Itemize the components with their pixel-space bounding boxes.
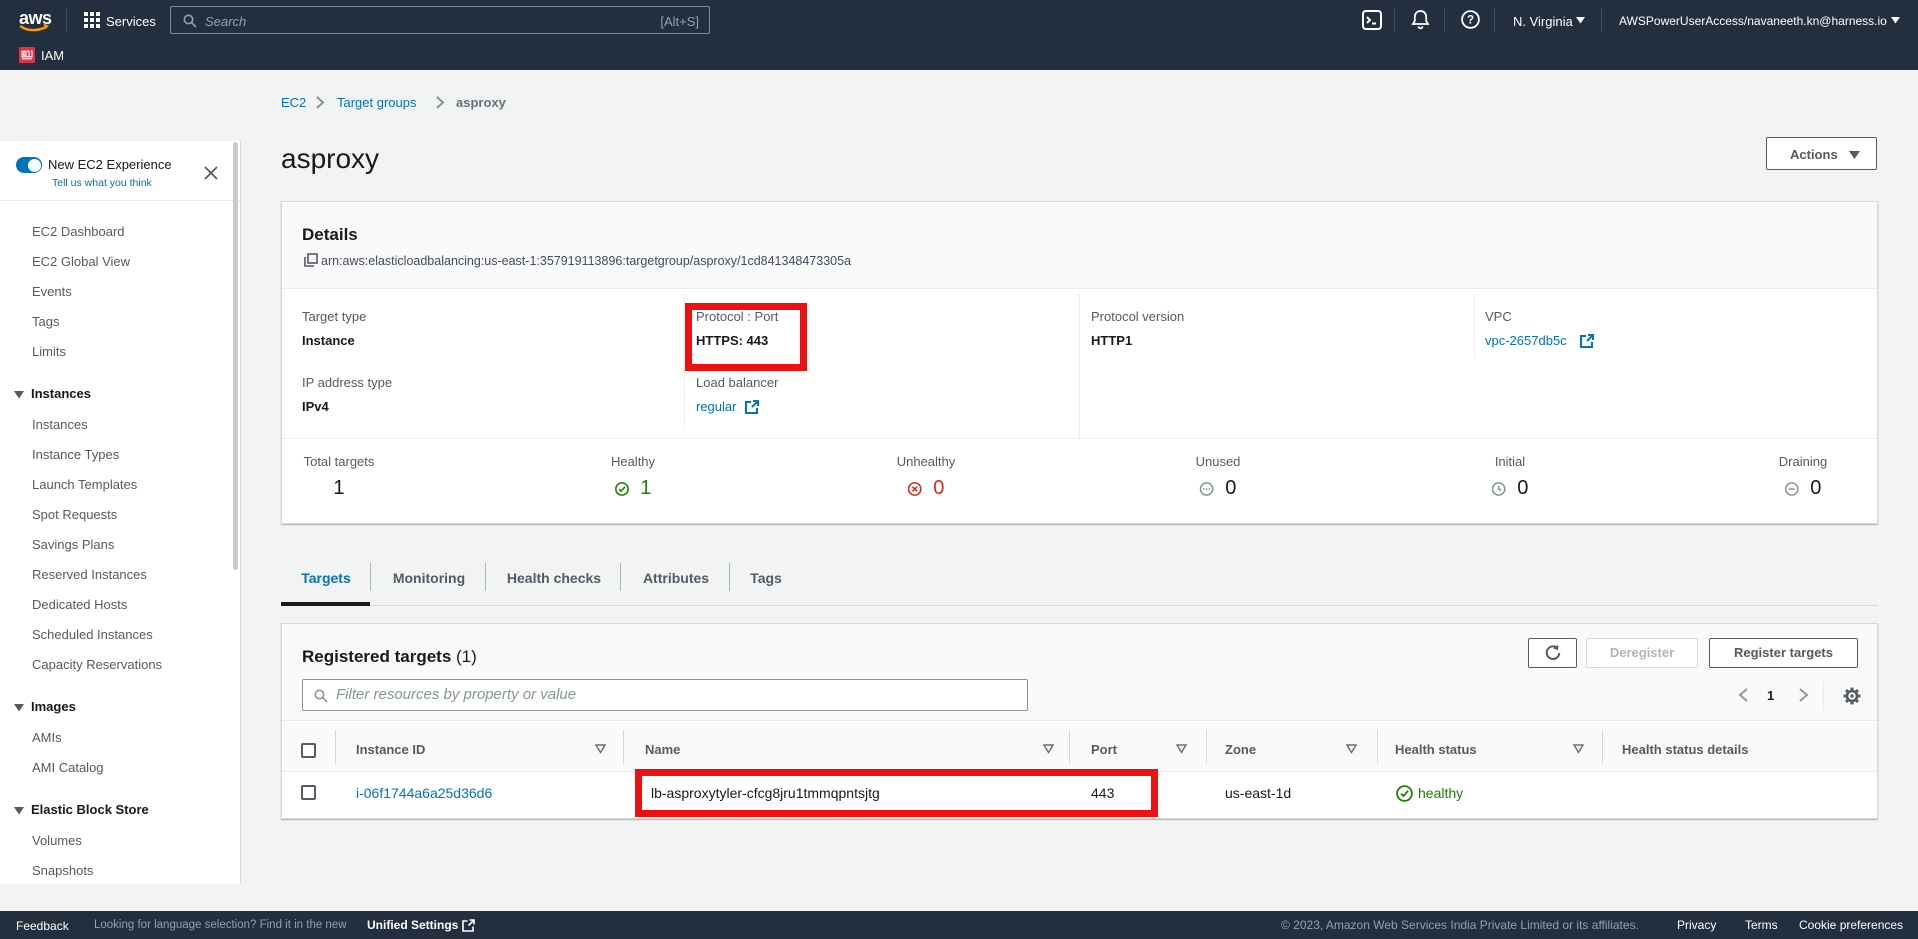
- svg-text:?: ?: [1467, 15, 1474, 27]
